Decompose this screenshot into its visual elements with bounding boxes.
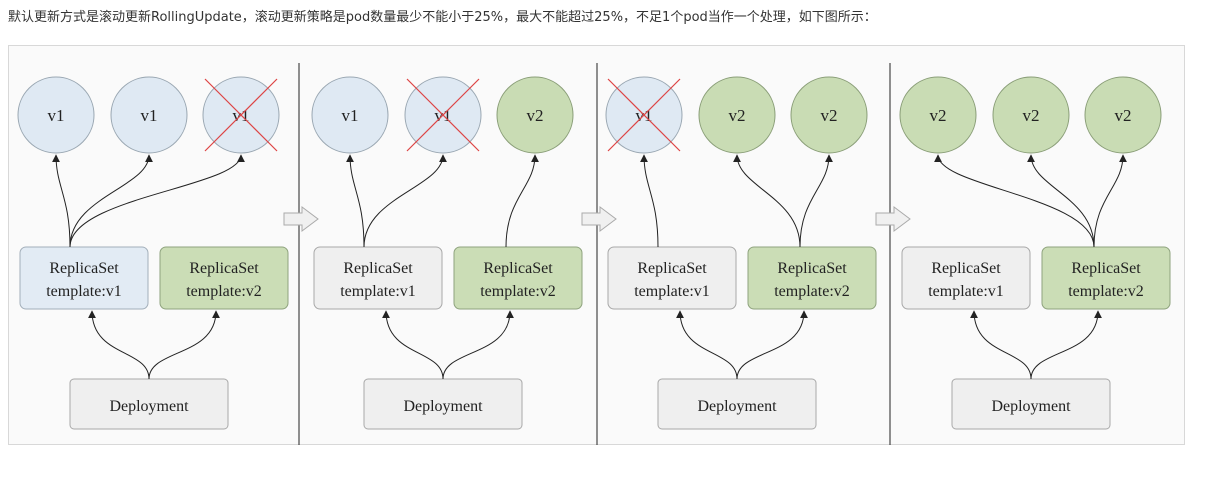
replicaset-label: ReplicaSet xyxy=(483,260,553,277)
replicaset-label: ReplicaSet xyxy=(637,260,707,277)
replicaset-label: ReplicaSet xyxy=(1071,260,1141,277)
replicaset-label: ReplicaSet xyxy=(343,260,413,277)
diagram-canvas: v1 v1 v1 ReplicaSet template:v1 ReplicaSet tem… xyxy=(8,45,1185,445)
page-caption: 默认更新方式是滚动更新RollingUpdate，滚动更新策略是pod数量最少不… xyxy=(8,10,877,25)
replicaset-template: template:v2 xyxy=(774,283,850,300)
pod-label: v2 xyxy=(729,106,746,125)
replicaset-template: template:v1 xyxy=(340,283,416,300)
pod-label: v2 xyxy=(1115,106,1132,125)
replicaset-template: template:v1 xyxy=(928,283,1004,300)
replicaset-template: template:v2 xyxy=(186,283,262,300)
pod-label: v2 xyxy=(527,106,544,125)
replicaset-label: ReplicaSet xyxy=(49,260,119,277)
deployment-label: Deployment xyxy=(109,398,189,415)
replicaset-template: template:v2 xyxy=(480,283,556,300)
rolling-update-diagram: v1 v1 v1 ReplicaSet template:v1 ReplicaSet tem… xyxy=(8,45,1185,445)
pod-label: v2 xyxy=(1023,106,1040,125)
deployment-label: Deployment xyxy=(991,398,1071,415)
pod-label: v1 xyxy=(141,106,158,125)
replicaset-label: ReplicaSet xyxy=(189,260,259,277)
deployment-label: Deployment xyxy=(697,398,777,415)
replicaset-label: ReplicaSet xyxy=(931,260,1001,277)
replicaset-template: template:v1 xyxy=(634,283,710,300)
deployment-label: Deployment xyxy=(403,398,483,415)
replicaset-template: template:v1 xyxy=(46,283,122,300)
replicaset-label: ReplicaSet xyxy=(777,260,847,277)
pod-label: v1 xyxy=(342,106,359,125)
pod-label: v2 xyxy=(821,106,838,125)
pod-label: v1 xyxy=(48,106,65,125)
replicaset-template: template:v2 xyxy=(1068,283,1144,300)
pod-label: v2 xyxy=(930,106,947,125)
